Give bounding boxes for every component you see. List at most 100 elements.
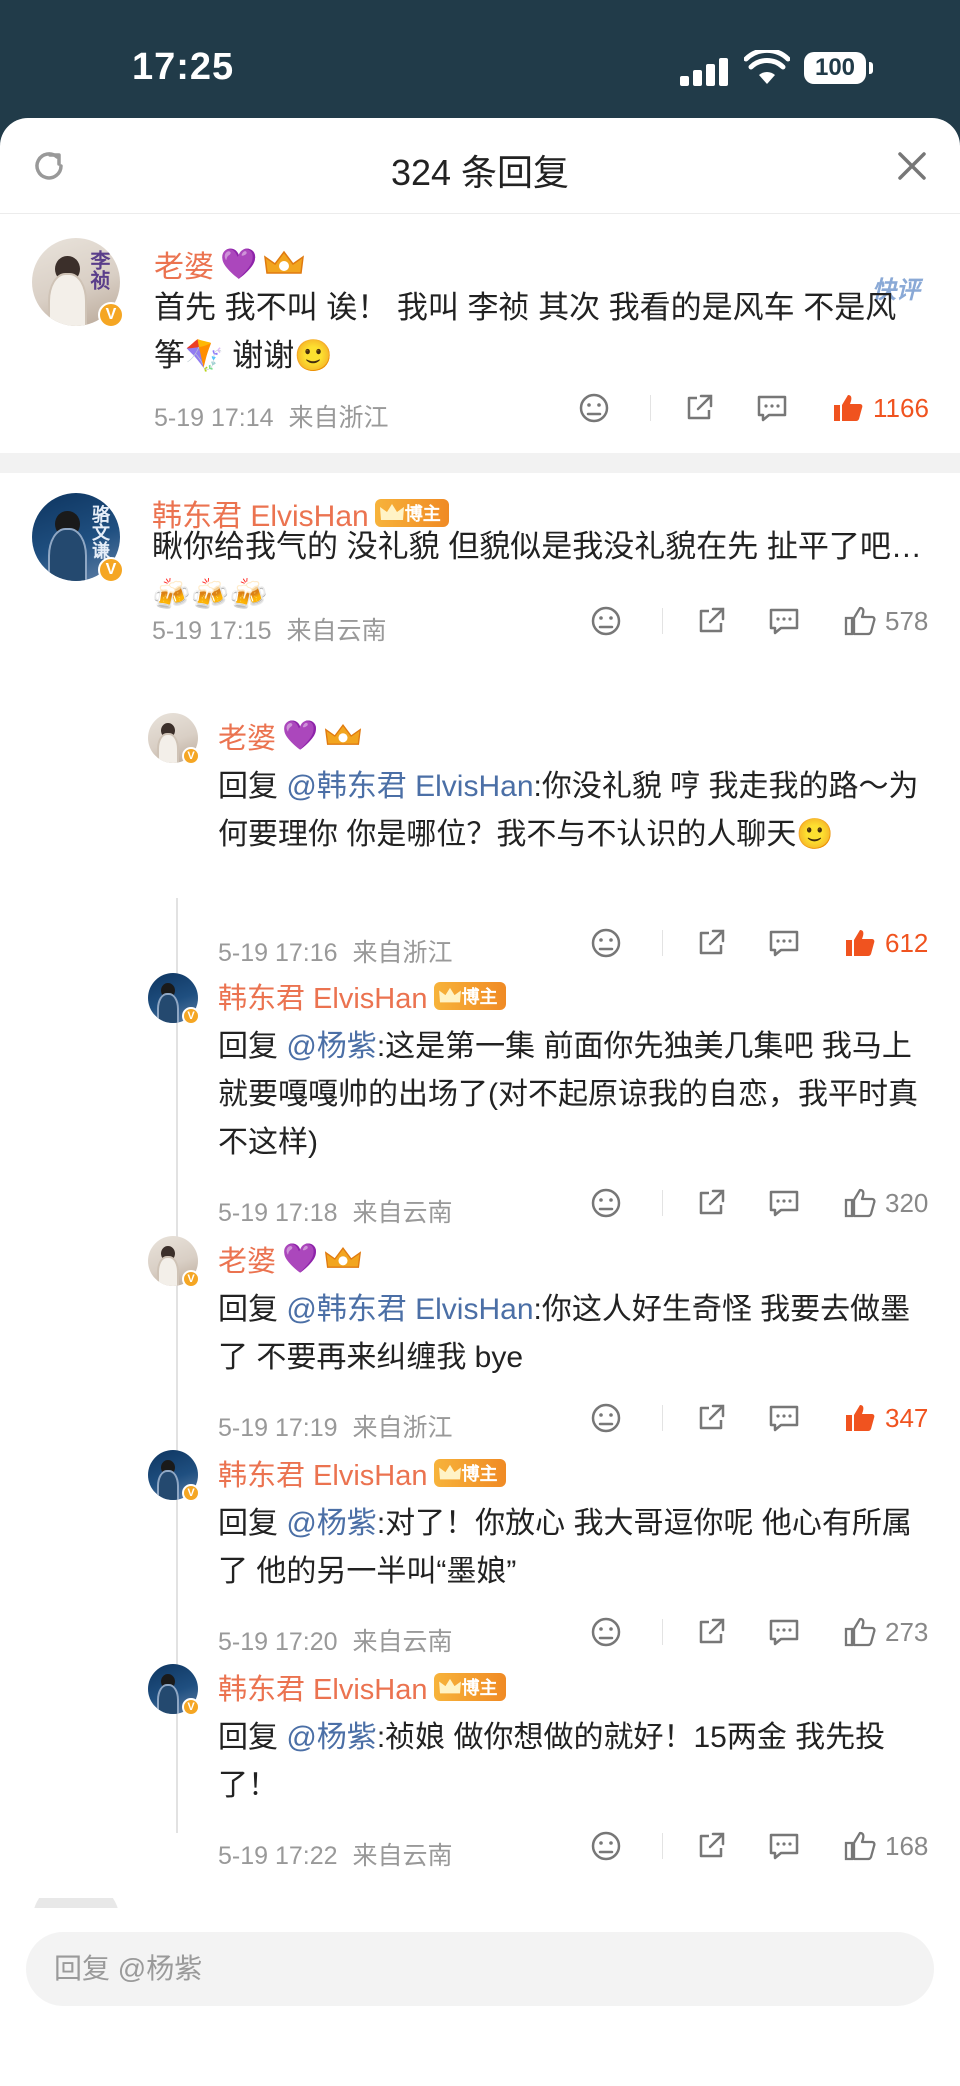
comment-time: 5-19 17:16 bbox=[218, 939, 338, 967]
like-icon[interactable] bbox=[843, 1187, 877, 1219]
comment-icon[interactable] bbox=[755, 392, 789, 424]
reply-item: V 老婆 💜 回复 @韩东君 ElvisHan:你没礼貌 哼 我走我的路～为何要… bbox=[0, 713, 960, 983]
author-name[interactable]: 韩东君 ElvisHan bbox=[218, 1666, 428, 1708]
heart-icon: 💜 bbox=[282, 1243, 319, 1275]
verified-badge-icon: V bbox=[182, 1007, 200, 1025]
comment-time: 5-19 17:14 bbox=[154, 404, 274, 432]
name-row: 韩东君 ElvisHan 博主 bbox=[218, 975, 506, 1017]
dislike-face-icon[interactable] bbox=[590, 1616, 622, 1648]
comment-actions: 612 bbox=[590, 927, 928, 959]
author-name[interactable]: 韩东君 ElvisHan bbox=[218, 975, 428, 1017]
close-icon[interactable] bbox=[894, 148, 930, 184]
author-name[interactable]: 老婆 bbox=[154, 242, 214, 286]
sheet-header: 324 条回复 bbox=[0, 118, 960, 214]
share-icon[interactable] bbox=[695, 1402, 727, 1434]
comment-location: 来自浙江 bbox=[288, 404, 389, 432]
like-count: 168 bbox=[885, 1830, 929, 1861]
reply-item: V 韩东君 ElvisHan 博主 回复 @杨紫:这是第一集 前面你先独美几集吧… bbox=[0, 973, 960, 1243]
reply-item: V 韩东君 ElvisHan 博主 回复 @杨紫:对了！你放心 我大哥逗你呢 他… bbox=[0, 1450, 960, 1672]
comment-location: 来自云南 bbox=[352, 1199, 453, 1227]
like-count: 1166 bbox=[873, 392, 929, 423]
dislike-face-icon[interactable] bbox=[590, 1402, 622, 1434]
status-bar: 17:25 100 bbox=[0, 0, 960, 118]
comment-location: 来自浙江 bbox=[352, 1414, 453, 1442]
comment-text: 首先 我不叫 诶！ 我叫 李祯 其次 我看的是风车 不是风筝🪁 谢谢🙂 bbox=[154, 290, 897, 373]
status-time: 17:25 bbox=[132, 46, 235, 88]
comment-location: 来自浙江 bbox=[352, 939, 453, 967]
name-row: 韩东君 ElvisHan 博主 bbox=[218, 1452, 506, 1494]
comment-icon[interactable] bbox=[767, 1402, 801, 1434]
mention-link[interactable]: @杨紫 bbox=[286, 1507, 376, 1540]
like-icon[interactable] bbox=[843, 1402, 877, 1434]
crown-icon bbox=[379, 504, 404, 520]
like-count: 612 bbox=[885, 927, 929, 958]
mention-link[interactable]: @杨紫 bbox=[286, 1721, 376, 1754]
replies-sheet: 324 条回复 李祯 V 老婆 💜 快评 首先 我不叫 诶！ 我叫 李祯 其次 … bbox=[0, 118, 960, 2086]
comment-actions: 578 bbox=[590, 605, 928, 637]
cellular-signal-icon bbox=[680, 56, 730, 86]
blogger-badge: 博主 bbox=[433, 982, 506, 1010]
dislike-face-icon[interactable] bbox=[578, 392, 610, 424]
comment-actions: 1166 bbox=[578, 392, 929, 424]
battery-indicator: 100 bbox=[804, 52, 873, 84]
reply-input[interactable] bbox=[26, 1932, 934, 2006]
like-count: 320 bbox=[885, 1187, 929, 1218]
comment-icon[interactable] bbox=[767, 605, 801, 637]
heart-icon: 💜 bbox=[220, 247, 258, 281]
like-icon[interactable] bbox=[843, 1616, 877, 1648]
name-row: 老婆 💜 bbox=[218, 715, 362, 757]
comment-icon[interactable] bbox=[767, 1830, 801, 1862]
share-icon[interactable] bbox=[695, 605, 727, 637]
comment-time: 5-19 17:19 bbox=[218, 1414, 338, 1442]
name-row: 老婆 💜 bbox=[218, 1238, 362, 1280]
author-name[interactable]: 韩东君 ElvisHan bbox=[218, 1452, 428, 1494]
author-name[interactable]: 老婆 bbox=[218, 715, 276, 757]
verified-badge-icon: V bbox=[182, 1698, 200, 1716]
share-icon[interactable] bbox=[695, 1616, 727, 1648]
dislike-face-icon[interactable] bbox=[590, 927, 622, 959]
share-icon[interactable] bbox=[695, 1830, 727, 1862]
author-name[interactable]: 老婆 bbox=[218, 1238, 276, 1280]
comment-time: 5-19 17:18 bbox=[218, 1199, 338, 1227]
dislike-face-icon[interactable] bbox=[590, 605, 622, 637]
like-count: 273 bbox=[885, 1616, 929, 1647]
like-icon[interactable] bbox=[843, 1830, 877, 1862]
like-icon[interactable] bbox=[831, 392, 865, 424]
comment-location: 来自云南 bbox=[352, 1842, 453, 1870]
section-divider bbox=[0, 453, 960, 473]
comment-actions: 320 bbox=[590, 1187, 928, 1219]
reply-text: 回复 @杨紫:对了！你放心 我大哥逗你呢 他心有所属了 他的另一半叫“墨娘” bbox=[218, 1507, 912, 1588]
blogger-badge: 博主 bbox=[433, 1673, 506, 1701]
crown-icon bbox=[438, 1678, 461, 1694]
reply-text: 回复 @韩东君 ElvisHan:你没礼貌 哼 我走我的路～为何要理你 你是哪位… bbox=[218, 770, 919, 851]
mention-link[interactable]: @杨紫 bbox=[286, 1030, 376, 1063]
share-icon[interactable] bbox=[695, 927, 727, 959]
comment-time: 5-19 17:20 bbox=[218, 1628, 338, 1656]
verified-badge-icon: V bbox=[98, 302, 124, 328]
comment-meta: 5-19 17:15 来自云南 bbox=[152, 611, 387, 647]
comment-actions: 347 bbox=[590, 1402, 928, 1434]
like-icon[interactable] bbox=[843, 605, 877, 637]
dislike-face-icon[interactable] bbox=[590, 1187, 622, 1219]
share-icon[interactable] bbox=[683, 392, 715, 424]
comment-meta: 5-19 17:19 来自浙江 bbox=[218, 1408, 453, 1444]
name-row: 老婆 💜 bbox=[154, 242, 305, 286]
verified-badge-icon: V bbox=[182, 1484, 200, 1502]
reply-item: V 韩东君 ElvisHan 博主 回复 @杨紫:祯娘 做你想做的就好！15两金… bbox=[0, 1664, 960, 1886]
comment-meta: 5-19 17:16 来自浙江 bbox=[218, 933, 453, 969]
like-count: 347 bbox=[885, 1402, 929, 1433]
mention-link[interactable]: @韩东君 ElvisHan bbox=[286, 1293, 533, 1326]
like-icon[interactable] bbox=[843, 927, 877, 959]
comment-icon[interactable] bbox=[767, 1616, 801, 1648]
comment-icon[interactable] bbox=[767, 1187, 801, 1219]
sheet-title: 324 条回复 bbox=[390, 152, 570, 193]
reply-text: 回复 @杨紫:祯娘 做你想做的就好！15两金 我先投了！ bbox=[218, 1721, 886, 1802]
mention-link[interactable]: @韩东君 ElvisHan bbox=[286, 770, 533, 803]
share-icon[interactable] bbox=[695, 1187, 727, 1219]
main-comment: 李祯 V 老婆 💜 快评 首先 我不叫 诶！ 我叫 李祯 其次 我看的是风车 不… bbox=[0, 214, 960, 454]
crown-icon bbox=[438, 1464, 461, 1480]
comment-actions: 168 bbox=[590, 1830, 928, 1862]
comment-icon[interactable] bbox=[767, 927, 801, 959]
dislike-face-icon[interactable] bbox=[590, 1830, 622, 1862]
comment-actions: 273 bbox=[590, 1616, 928, 1648]
